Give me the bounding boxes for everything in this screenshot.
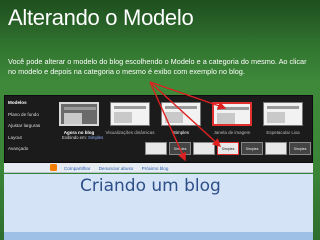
blog-header-stripe [4, 232, 313, 240]
navbar-link-report[interactable]: Denunciar abuso [99, 166, 134, 171]
sidebar-item-advanced[interactable]: Avançado [8, 146, 56, 151]
variant-thumb[interactable] [265, 142, 287, 155]
template-thumb-picture-window[interactable] [212, 102, 252, 126]
blogger-logo-icon[interactable] [50, 164, 57, 171]
slide-title: Alterando o Modelo [8, 5, 194, 30]
variant-thumb[interactable]: Simples [289, 142, 311, 155]
blogger-navbar: Compartilhar Denunciar abuso Próximo blo… [4, 163, 313, 173]
template-thumb-awesome[interactable] [263, 102, 303, 126]
template-caption-awesome: Espetacular Lixa [266, 130, 300, 135]
selected-template-link[interactable]: Simples [88, 135, 103, 140]
variant-thumb[interactable] [193, 142, 215, 155]
template-designer-panel: Modelos Plano de fundo Ajustar larguras … [4, 95, 313, 163]
variant-thumb[interactable] [145, 142, 167, 155]
sidebar-item-layout[interactable]: Layout [8, 135, 56, 140]
sidebar-item-background[interactable]: Plano de fundo [8, 112, 56, 117]
template-caption-picture-window: Janela de imagem [213, 130, 251, 135]
variant-thumb[interactable]: Simples [241, 142, 263, 155]
template-caption-simple: Simples [172, 130, 189, 135]
sidebar-item-widths[interactable]: Ajustar larguras [8, 123, 56, 128]
sidebar-item-modelos[interactable]: Modelos [8, 100, 56, 105]
template-caption-dynamic: Visualizações dinâmicas [105, 130, 155, 135]
template-thumb-simple[interactable] [161, 102, 201, 126]
navbar-link-share[interactable]: Compartilhar [64, 166, 90, 171]
blog-title: Criando um blog [80, 176, 221, 196]
designer-sidebar: Modelos Plano de fundo Ajustar larguras … [8, 100, 56, 158]
template-thumb-current[interactable] [59, 102, 99, 126]
navbar-link-next-blog[interactable]: Próximo blog [142, 166, 169, 171]
selected-template-info: Exibindo em: Simples [62, 135, 103, 140]
slide-description: Você pode alterar o modelo do blog escol… [8, 57, 307, 76]
variant-thumb-selected[interactable]: Simples [217, 142, 239, 155]
variant-thumb[interactable]: Simples [169, 142, 191, 155]
template-thumb-dynamic[interactable] [110, 102, 150, 126]
selected-template-prefix: Exibindo em: [62, 135, 87, 140]
